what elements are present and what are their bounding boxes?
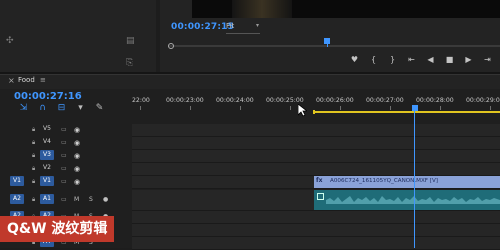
track-name[interactable]: V3 xyxy=(40,150,54,160)
microphone-icon[interactable]: ● xyxy=(103,194,108,206)
ruler-label: 00:00:25:00 xyxy=(266,97,304,104)
mark-out-icon[interactable]: } xyxy=(383,55,402,67)
mark-in-icon[interactable]: { xyxy=(364,55,383,67)
go-to-in-icon[interactable]: ⇤ xyxy=(402,55,421,67)
track-name[interactable]: V2 xyxy=(40,163,54,173)
ruler-tick xyxy=(390,106,391,110)
source-patch-v1[interactable]: V1 xyxy=(10,176,24,186)
nest-icon[interactable]: ⇲ xyxy=(14,103,33,113)
track-header-v5: 🔒︎ V5 ▭ ◉ xyxy=(0,124,131,136)
track-row-a3[interactable] xyxy=(132,224,500,237)
track-header-v1: V1 🔒︎ V1 ▭ ◉ xyxy=(0,176,131,188)
eye-icon[interactable]: ◉ xyxy=(74,137,80,149)
fx-badge: fx xyxy=(316,177,323,184)
lock-icon[interactable]: 🔒︎ xyxy=(32,163,35,175)
export-icon[interactable]: ⎘ xyxy=(126,58,133,68)
track-name[interactable]: V1 xyxy=(40,176,54,186)
linked-selection-icon[interactable]: ⊟ xyxy=(52,103,71,113)
eye-icon[interactable]: ◉ xyxy=(74,163,80,175)
sync-lock-icon[interactable]: ▭ xyxy=(61,137,67,149)
ruler-label: 00:00:29:0 xyxy=(466,97,500,104)
sequence-timecode[interactable]: 00:00:27:16 xyxy=(14,91,82,102)
clip-name: A006C724_161105YQ_CANON.MXF [V] xyxy=(330,177,438,184)
fx-badge-icon xyxy=(317,193,324,200)
ruler-label: 00:00:27:00 xyxy=(366,97,404,104)
left-top-panel: ✣ ▤ ⎘ xyxy=(0,0,156,72)
ruler-label: 00:00:23:00 xyxy=(166,97,204,104)
work-area-bar[interactable] xyxy=(314,111,500,113)
audio-waveform xyxy=(326,196,500,204)
zoom-select[interactable]: Fit ▾ xyxy=(226,22,260,34)
track-header-v2: 🔒︎ V2 ▭ ◉ xyxy=(0,163,131,175)
add-marker-icon[interactable]: ♥ xyxy=(345,55,364,67)
ruler-label: 22:00 xyxy=(132,97,150,104)
mouse-cursor-icon xyxy=(298,104,307,117)
timeline-panel-header xyxy=(0,74,500,89)
track-header-v3: 🔒︎ V3 ▭ ◉ xyxy=(0,150,131,162)
sync-lock-icon[interactable]: ▭ xyxy=(61,150,67,162)
track-row-a2[interactable] xyxy=(132,211,500,224)
track-row-v4[interactable] xyxy=(132,137,500,150)
wrench-icon[interactable]: ✎ xyxy=(90,103,109,113)
sync-lock-icon[interactable]: ▭ xyxy=(61,194,67,206)
transport-controls: ♥ { } ⇤ ◀ ■ ▶ ⇥ xyxy=(345,55,497,67)
ruler-label: 00:00:24:00 xyxy=(216,97,254,104)
mute-button[interactable]: M xyxy=(74,194,79,206)
track-row-a4[interactable] xyxy=(132,237,500,250)
track-name[interactable]: A1 xyxy=(40,194,54,204)
ruler-tick xyxy=(140,106,141,110)
track-row-v3[interactable] xyxy=(132,150,500,163)
ruler-label: 00:00:26:00 xyxy=(316,97,354,104)
lock-icon[interactable]: 🔒︎ xyxy=(32,176,35,188)
ruler-tick xyxy=(490,106,491,110)
panel-menu-icon[interactable]: ≡ xyxy=(40,76,46,84)
sync-lock-icon[interactable]: ▭ xyxy=(61,163,67,175)
source-patch-a1[interactable]: A2 xyxy=(10,194,24,204)
lock-icon[interactable]: 🔒︎ xyxy=(32,150,35,162)
program-timecode[interactable]: 00:00:27:15 xyxy=(171,22,234,32)
chevron-down-icon: ▾ xyxy=(255,22,259,29)
solo-button[interactable]: S xyxy=(89,194,93,206)
lock-icon[interactable]: 🔒︎ xyxy=(32,137,35,149)
track-header-a1: A2 🔒︎ A1 ▭ M S ● xyxy=(0,194,131,206)
sync-lock-icon[interactable]: ▭ xyxy=(61,176,67,188)
ruler-tick xyxy=(290,106,291,110)
step-back-icon[interactable]: ◀ xyxy=(421,55,440,67)
settings-icon[interactable]: ✣ xyxy=(6,36,14,46)
eye-icon[interactable]: ◉ xyxy=(74,124,80,136)
ruler-tick xyxy=(190,106,191,110)
track-header-v4: 🔒︎ V4 ▭ ◉ xyxy=(0,137,131,149)
go-to-out-icon[interactable]: ⇥ xyxy=(478,55,497,67)
ruler-tick xyxy=(240,106,241,110)
lock-icon[interactable]: 🔒︎ xyxy=(32,194,35,206)
zoom-select-value: Fit xyxy=(226,22,235,30)
stack-icon[interactable]: ▤ xyxy=(126,36,135,46)
lock-icon[interactable]: 🔒︎ xyxy=(32,124,35,136)
stop-icon[interactable]: ■ xyxy=(440,55,459,67)
program-playhead[interactable] xyxy=(324,38,330,44)
ruler-tick xyxy=(440,106,441,110)
track-name[interactable]: V4 xyxy=(40,137,54,147)
eye-icon[interactable]: ◉ xyxy=(74,150,80,162)
program-video-frame xyxy=(192,0,500,18)
watermark-banner: Q&W 波纹剪辑 xyxy=(0,216,115,242)
tab-sequence[interactable]: Food xyxy=(18,76,35,84)
ruler-label: 00:00:28:00 xyxy=(416,97,454,104)
eye-icon[interactable]: ◉ xyxy=(74,176,80,188)
scrub-start-handle[interactable] xyxy=(168,43,174,49)
timeline-tools: ⇲ ∩ ⊟ ▾ ✎ xyxy=(14,103,109,113)
track-row-v2[interactable] xyxy=(132,163,500,176)
play-icon[interactable]: ▶ xyxy=(459,55,478,67)
track-name[interactable]: V5 xyxy=(40,124,54,134)
sync-lock-icon[interactable]: ▭ xyxy=(61,124,67,136)
close-icon[interactable]: × xyxy=(8,76,15,85)
track-row-v5[interactable] xyxy=(132,124,500,137)
ruler-tick xyxy=(340,106,341,110)
program-scrub-bar[interactable] xyxy=(168,45,500,47)
add-marker-icon[interactable]: ▾ xyxy=(71,103,90,113)
playhead-line xyxy=(414,111,415,248)
playhead[interactable] xyxy=(412,105,418,111)
snap-icon[interactable]: ∩ xyxy=(33,103,52,113)
